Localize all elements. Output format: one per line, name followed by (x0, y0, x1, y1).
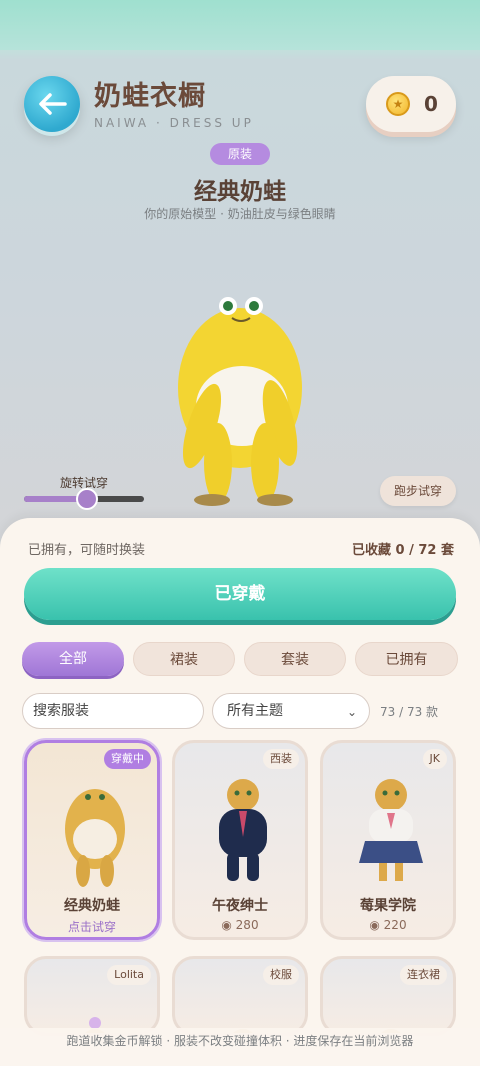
footer-hint: 跑道收集金币解锁 · 服装不改变碰撞体积 · 进度保存在当前浏览器 (0, 1028, 480, 1066)
outfit-card-classic[interactable]: 穿戴中 经典奶蛙 点击试穿 (24, 740, 160, 940)
owned-status-text: 已拥有，可随时换装 (28, 543, 146, 558)
coin-counter: ★ 0 (366, 76, 456, 132)
model-description: 你的原始模型 · 奶油肚皮与绿色眼睛 (144, 207, 336, 221)
outfit-name: 经典奶蛙 (64, 898, 120, 914)
outfit-preview-image (219, 779, 267, 881)
outfit-card-dress[interactable]: 连衣裙 (320, 956, 456, 1036)
category-badge: Lolita (107, 965, 151, 985)
outfit-card-lolita[interactable]: Lolita (24, 956, 160, 1036)
result-count: 73 / 73 款 (380, 705, 439, 719)
outfit-name: 莓果学院 (360, 898, 416, 914)
category-badge: JK (422, 749, 447, 769)
wearing-badge: 穿戴中 (104, 749, 151, 769)
category-badge: 连衣裙 (400, 965, 447, 985)
category-badge: 西装 (263, 749, 299, 769)
chevron-down-icon: ⌄ (346, 705, 357, 719)
page-title: 奶蛙衣橱 (94, 81, 206, 112)
outfit-card-berry-academy[interactable]: JK 莓果学院 ◉ 220 (320, 740, 456, 940)
outfit-name: 午夜绅士 (212, 898, 268, 914)
theme-select-value: 所有主题 (227, 703, 283, 719)
outfit-price: ◉ 280 (221, 918, 259, 932)
outfit-card-school-uniform[interactable]: 校服 (172, 956, 308, 1036)
filter-sets[interactable]: 套装 (244, 642, 346, 676)
model-name: 经典奶蛙 (194, 179, 286, 205)
category-badge: 校服 (263, 965, 299, 985)
collection-count: 已收藏 0 / 72 套 (352, 543, 454, 558)
wear-button[interactable]: 已穿戴 (24, 568, 456, 620)
top-band (0, 0, 480, 50)
search-input[interactable] (22, 693, 204, 729)
filter-all[interactable]: 全部 (22, 642, 124, 676)
filter-dresses[interactable]: 裙装 (133, 642, 235, 676)
filter-owned[interactable]: 已拥有 (355, 642, 458, 676)
coin-count: 0 (424, 92, 438, 116)
back-button[interactable] (24, 76, 80, 132)
theme-select[interactable]: 所有主题 ⌄ (212, 693, 370, 729)
arrow-left-icon (39, 93, 67, 115)
slider-thumb[interactable] (76, 488, 98, 510)
outfit-price: ◉ 220 (369, 918, 407, 932)
coin-icon: ★ (386, 92, 410, 116)
outfit-card-gentleman[interactable]: 西装 午夜绅士 ◉ 280 (172, 740, 308, 940)
outfit-action: 点击试穿 (67, 920, 116, 934)
rotate-slider[interactable] (24, 488, 144, 510)
run-try-button[interactable]: 跑步试穿 (380, 476, 456, 506)
frog-model-preview[interactable] (150, 278, 330, 510)
outfit-tag-badge: 原装 (210, 143, 270, 165)
page-subtitle: NAIWA · DRESS UP (94, 116, 254, 130)
outfit-preview-image (359, 779, 423, 881)
outfit-preview-image (65, 789, 125, 887)
